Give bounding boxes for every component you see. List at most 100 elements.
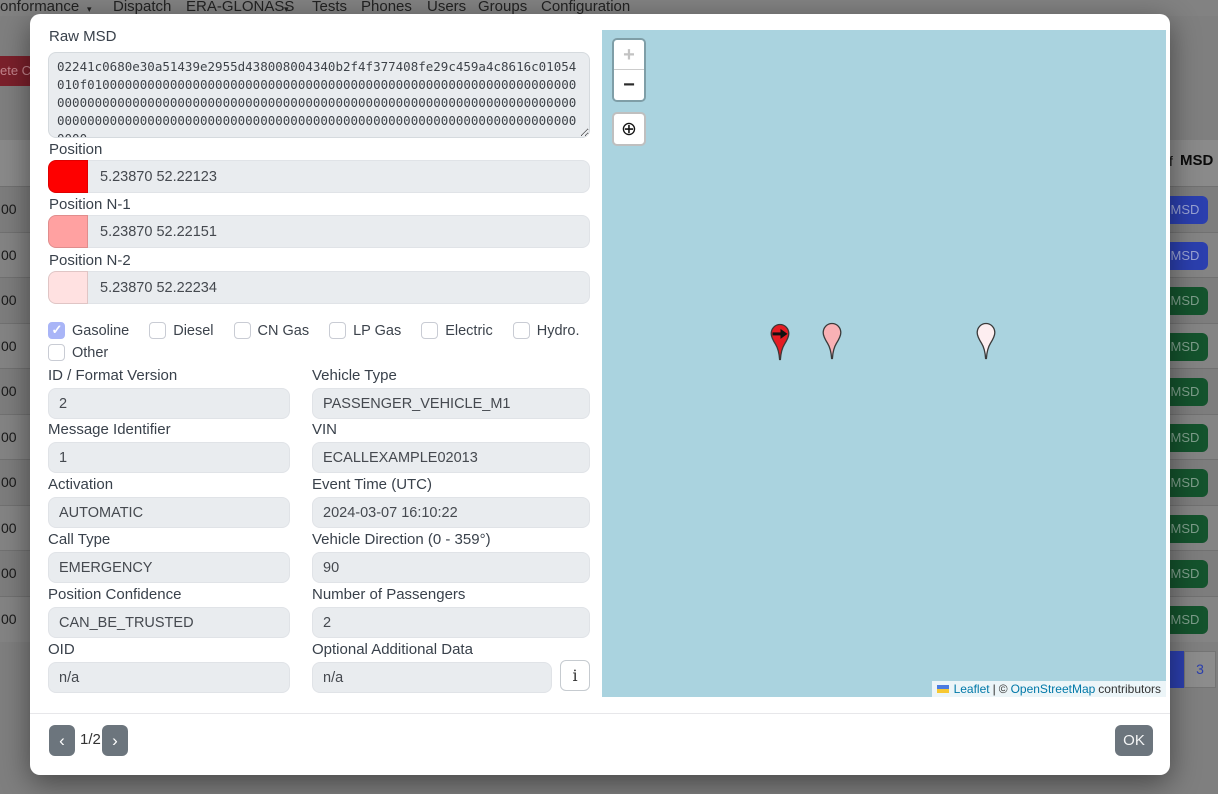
vehicle-type-input[interactable] — [312, 388, 590, 419]
openstreetmap-link[interactable]: OpenStreetMap — [1011, 681, 1096, 697]
checkbox-icon[interactable] — [513, 322, 530, 339]
fuel-type-checkboxes: Gasoline Diesel CN Gas LP Gas Electric H… — [48, 322, 596, 361]
oid-input[interactable] — [48, 662, 290, 693]
position-n1-color-swatch — [48, 215, 88, 248]
field-message-identifier: Message Identifier — [48, 421, 290, 473]
nav-item-users[interactable]: Users — [427, 0, 466, 15]
position-label: Position — [49, 141, 102, 158]
id-format-version-input[interactable] — [48, 388, 290, 419]
field-label: Message Identifier — [48, 421, 290, 438]
checkbox-label: Gasoline — [72, 323, 129, 339]
checkbox-icon[interactable] — [421, 322, 438, 339]
zoom-out-button[interactable]: − — [614, 70, 644, 100]
field-number-of-passengers: Number of Passengers — [312, 586, 590, 638]
row-cell-fragment: 00 — [1, 597, 17, 642]
ukraine-flag-icon — [937, 685, 949, 693]
checkbox-electric[interactable]: Electric — [421, 322, 493, 339]
nav-item-tests[interactable]: Tests — [312, 0, 347, 15]
position-n1-input[interactable] — [88, 215, 590, 248]
position-n2-input[interactable] — [88, 271, 590, 304]
row-cell-fragment: 00 — [1, 551, 17, 596]
delete-call-button[interactable]: ete C — [0, 56, 30, 86]
row-cell-fragment: 00 — [1, 233, 17, 278]
row-cell-fragment: 00 — [1, 324, 17, 369]
field-vehicle-direction: Vehicle Direction (0 - 359°) — [312, 531, 590, 583]
screen: onformance ▾ Dispatch ERA-GLONASS ▾ Test… — [0, 0, 1218, 794]
checkbox-cn-gas[interactable]: CN Gas — [234, 322, 310, 339]
map-marker-n1[interactable] — [819, 322, 845, 362]
table-header-msd: MSD — [1180, 152, 1213, 169]
field-label: Number of Passengers — [312, 586, 590, 603]
checkbox-diesel[interactable]: Diesel — [149, 322, 213, 339]
checkbox-hydro[interactable]: Hydro. — [513, 322, 580, 339]
row-cell-fragment: 00 — [1, 415, 17, 460]
nav-item-dispatch[interactable]: Dispatch — [113, 0, 171, 15]
field-vehicle-type: Vehicle Type — [312, 367, 590, 419]
call-type-input[interactable] — [48, 552, 290, 583]
field-label: Call Type — [48, 531, 290, 548]
locate-button[interactable]: ⊕ — [612, 112, 646, 146]
nav-item-phones[interactable]: Phones — [361, 0, 412, 15]
checkbox-checked-icon[interactable] — [48, 322, 65, 339]
vehicle-direction-input[interactable] — [312, 552, 590, 583]
number-of-passengers-input[interactable] — [312, 607, 590, 638]
prev-page-button[interactable]: ‹ — [49, 725, 75, 756]
row-cell-fragment: 00 — [1, 278, 17, 323]
field-label: Vehicle Type — [312, 367, 590, 384]
page-indicator: 1/2 — [80, 731, 101, 748]
checkbox-icon[interactable] — [234, 322, 251, 339]
pagination-page-3[interactable]: 3 — [1184, 651, 1216, 688]
field-label: Event Time (UTC) — [312, 476, 590, 493]
checkbox-icon[interactable] — [48, 344, 65, 361]
optional-additional-data-input[interactable] — [312, 662, 552, 693]
position-confidence-input[interactable] — [48, 607, 290, 638]
field-call-type: Call Type — [48, 531, 290, 583]
contributors-text: contributors — [1098, 681, 1161, 697]
position-input[interactable] — [88, 160, 590, 193]
info-button[interactable]: i — [560, 660, 590, 691]
nav-item-conformance[interactable]: onformance — [0, 0, 79, 15]
position-color-swatch — [48, 160, 88, 193]
position-n2-color-swatch — [48, 271, 88, 304]
checkbox-icon[interactable] — [149, 322, 166, 339]
position-n1-field — [48, 215, 590, 248]
field-label: Optional Additional Data — [312, 641, 590, 658]
row-cell-fragment: 00 — [1, 506, 17, 551]
field-position-confidence: Position Confidence — [48, 586, 290, 638]
message-identifier-input[interactable] — [48, 442, 290, 473]
field-label: Vehicle Direction (0 - 359°) — [312, 531, 590, 548]
event-time-input[interactable] — [312, 497, 590, 528]
row-cell-fragment: 00 — [1, 187, 17, 232]
map-marker-current[interactable] — [767, 323, 793, 363]
checkbox-label: Hydro. — [537, 323, 580, 339]
nav-item-configuration[interactable]: Configuration — [541, 0, 630, 15]
next-page-button[interactable]: › — [102, 725, 128, 756]
map-attribution: Leaflet | © OpenStreetMap contributors — [932, 681, 1166, 697]
attribution-divider: | — [993, 681, 996, 697]
footer-divider — [30, 713, 1170, 714]
field-id-format-version: ID / Format Version — [48, 367, 290, 419]
ok-button[interactable]: OK — [1115, 725, 1153, 756]
checkbox-lp-gas[interactable]: LP Gas — [329, 322, 401, 339]
raw-msd-textarea[interactable]: 02241c0680e30a51439e2955d438008004340b2f… — [48, 52, 590, 138]
field-label: ID / Format Version — [48, 367, 290, 384]
checkbox-icon[interactable] — [329, 322, 346, 339]
position-n2-field — [48, 271, 590, 304]
checkbox-label: Electric — [445, 323, 493, 339]
nav-item-era-glonass[interactable]: ERA-GLONASS — [186, 0, 294, 15]
copyright-symbol: © — [999, 681, 1008, 697]
map-marker-n2[interactable] — [973, 322, 999, 362]
vin-input[interactable] — [312, 442, 590, 473]
checkbox-label: Other — [72, 345, 108, 361]
activation-input[interactable] — [48, 497, 290, 528]
checkbox-label: LP Gas — [353, 323, 401, 339]
leaflet-map[interactable]: + − ⊕ Leaflet | © Op — [602, 30, 1166, 697]
leaflet-link[interactable]: Leaflet — [954, 681, 990, 697]
nav-item-groups[interactable]: Groups — [478, 0, 527, 15]
checkbox-gasoline[interactable]: Gasoline — [48, 322, 129, 339]
zoom-in-button[interactable]: + — [614, 40, 644, 70]
field-oid: OID — [48, 641, 290, 693]
row-cell-fragment: 00 — [1, 369, 17, 414]
field-label: Position Confidence — [48, 586, 290, 603]
checkbox-other[interactable]: Other — [48, 344, 108, 361]
